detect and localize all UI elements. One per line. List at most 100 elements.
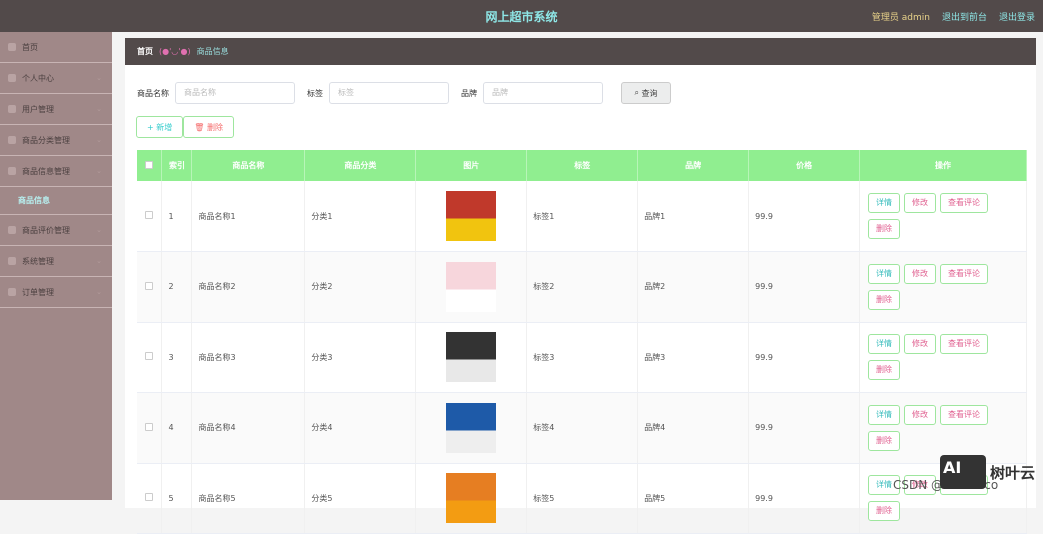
breadcrumb-separator: (●'◡'●) <box>159 47 191 56</box>
search-form: 商品名称 商品名称 标签 标签 品牌 品牌 ⌕ 查询 <box>137 82 671 104</box>
product-price: 99.9 <box>748 322 861 393</box>
query-label: 查询 <box>641 88 658 98</box>
tag-input[interactable]: 标签 <box>329 82 449 104</box>
column-header[interactable]: 商品分类 <box>304 150 417 181</box>
delete-label: 删除 <box>206 122 223 132</box>
row-checkbox[interactable] <box>145 352 153 361</box>
view-reviews-button[interactable]: 查看评论 <box>940 404 989 425</box>
product-image <box>446 473 497 524</box>
sidebar-item[interactable]: 商品评价管理 ⌄ <box>0 215 112 246</box>
header-label: 价格 <box>796 161 813 170</box>
sidebar: 首页 个人中心 ⌄ 用户管理 ⌄ 商品分类管理 ⌄ 商品信息管理 ⌄ 商品信息 商品评价管理 ⌄ 系统管… <box>0 32 112 500</box>
product-table: 索引 商品名称 商品分类 图片 标签 品牌 价格 操作 1 商品名称1 分类1 标签1 品牌1… <box>137 150 1027 534</box>
row-checkbox[interactable] <box>145 493 153 502</box>
column-header[interactable]: 操作 <box>859 150 1027 181</box>
query-button[interactable]: ⌕ 查询 <box>621 82 671 104</box>
sidebar-item[interactable]: 系统管理 ⌄ <box>0 246 112 277</box>
edit-button[interactable]: 修改 <box>904 404 937 425</box>
sidebar-item-label: 商品分类管理 <box>22 135 70 145</box>
sidebar-item[interactable]: 商品信息管理 ⌄ <box>0 156 112 187</box>
product-name: 商品名称3 <box>191 322 306 393</box>
row-index: 2 <box>161 251 193 323</box>
product-tag: 标签1 <box>526 181 639 252</box>
product-price: 99.9 <box>748 392 861 464</box>
sidebar-subitem-product-info[interactable]: 商品信息 <box>0 187 112 215</box>
breadcrumb: 首页 (●'◡'●) 商品信息 <box>125 38 1036 65</box>
delete-button[interactable]: 🗑 删除 <box>183 116 234 138</box>
product-image <box>446 191 497 241</box>
brand-input[interactable]: 品牌 <box>483 82 603 104</box>
select-all-checkbox[interactable] <box>145 160 154 169</box>
sidebar-item-label: 商品信息管理 <box>22 166 70 176</box>
watermark-brand: 树叶云 <box>989 463 1035 482</box>
menu-icon <box>8 167 16 175</box>
detail-button[interactable]: 详情 <box>868 404 901 425</box>
add-button[interactable]: + 新增 <box>136 116 184 138</box>
column-header[interactable]: 品牌 <box>637 150 750 181</box>
column-header[interactable]: 价格 <box>748 150 861 181</box>
product-price: 99.9 <box>748 251 861 323</box>
search-icon: ⌕ <box>634 88 642 97</box>
edit-button[interactable]: 修改 <box>904 263 937 284</box>
menu-icon <box>8 43 16 51</box>
sidebar-item[interactable]: 商品分类管理 ⌄ <box>0 125 112 156</box>
chevron-down-icon: ⌄ <box>96 105 102 113</box>
product-tag: 标签4 <box>526 392 639 464</box>
product-tag: 标签2 <box>526 251 639 323</box>
logout-link[interactable]: 退出登录 <box>999 10 1035 23</box>
sidebar-item-label: 个人中心 <box>22 73 54 83</box>
view-reviews-button[interactable]: 查看评论 <box>940 263 989 284</box>
product-image <box>446 261 497 312</box>
product-image <box>446 402 497 453</box>
header-label: 商品名称 <box>232 161 265 170</box>
breadcrumb-home[interactable]: 首页 <box>137 46 153 57</box>
product-name: 商品名称1 <box>191 181 306 252</box>
row-checkbox[interactable] <box>145 422 153 431</box>
product-tag: 标签5 <box>526 463 639 534</box>
sidebar-item[interactable]: 订单管理 ⌄ <box>0 277 112 308</box>
column-header[interactable] <box>137 150 163 181</box>
row-delete-button[interactable]: 删除 <box>868 289 901 310</box>
menu-icon <box>8 105 16 113</box>
column-header[interactable]: 标签 <box>526 150 639 181</box>
column-header[interactable]: 图片 <box>415 150 528 181</box>
product-category: 分类2 <box>304 251 417 323</box>
row-delete-button[interactable]: 删除 <box>868 360 901 381</box>
exit-to-front-link[interactable]: 退出到前台 <box>942 10 987 23</box>
edit-button[interactable]: 修改 <box>904 334 937 355</box>
brand-label: 品牌 <box>461 88 477 98</box>
chevron-down-icon: ⌄ <box>96 226 102 234</box>
row-delete-button[interactable]: 删除 <box>868 219 901 239</box>
top-bar: 网上超市系统 管理员 admin 退出到前台 退出登录 <box>0 0 1043 32</box>
product-price: 99.9 <box>748 463 861 534</box>
product-name: 商品名称2 <box>191 251 306 323</box>
column-header[interactable]: 索引 <box>161 150 193 181</box>
header-label: 商品分类 <box>344 161 377 170</box>
view-reviews-button[interactable]: 查看评论 <box>940 193 989 213</box>
header-label: 品牌 <box>685 161 702 170</box>
admin-label: 管理员 admin <box>871 13 930 23</box>
table-row: 2 商品名称2 分类2 标签2 品牌2 99.9 详情 修改 查看评论 删除 <box>137 251 1027 323</box>
sidebar-item[interactable]: 用户管理 ⌄ <box>0 94 112 125</box>
trash-icon: 🗑 <box>194 122 207 132</box>
product-image <box>446 332 497 383</box>
sidebar-item[interactable]: 首页 <box>0 32 112 63</box>
ai-logo-icon: AI <box>939 455 986 489</box>
product-name: 商品名称5 <box>191 463 306 534</box>
sidebar-item-label: 商品评价管理 <box>22 225 70 235</box>
row-checkbox[interactable] <box>145 211 153 219</box>
row-checkbox[interactable] <box>145 281 153 290</box>
detail-button[interactable]: 详情 <box>868 193 901 213</box>
sidebar-item-label: 首页 <box>22 42 38 52</box>
row-delete-button[interactable]: 删除 <box>868 430 901 451</box>
sidebar-item[interactable]: 个人中心 ⌄ <box>0 63 112 94</box>
name-input[interactable]: 商品名称 <box>175 82 295 104</box>
detail-button[interactable]: 详情 <box>868 263 901 284</box>
column-header[interactable]: 商品名称 <box>191 150 306 181</box>
edit-button[interactable]: 修改 <box>904 193 937 213</box>
view-reviews-button[interactable]: 查看评论 <box>940 334 989 355</box>
sidebar-item-label: 订单管理 <box>22 287 54 297</box>
product-brand: 品牌1 <box>637 181 750 252</box>
detail-button[interactable]: 详情 <box>868 334 901 355</box>
row-delete-button[interactable]: 删除 <box>868 501 901 522</box>
